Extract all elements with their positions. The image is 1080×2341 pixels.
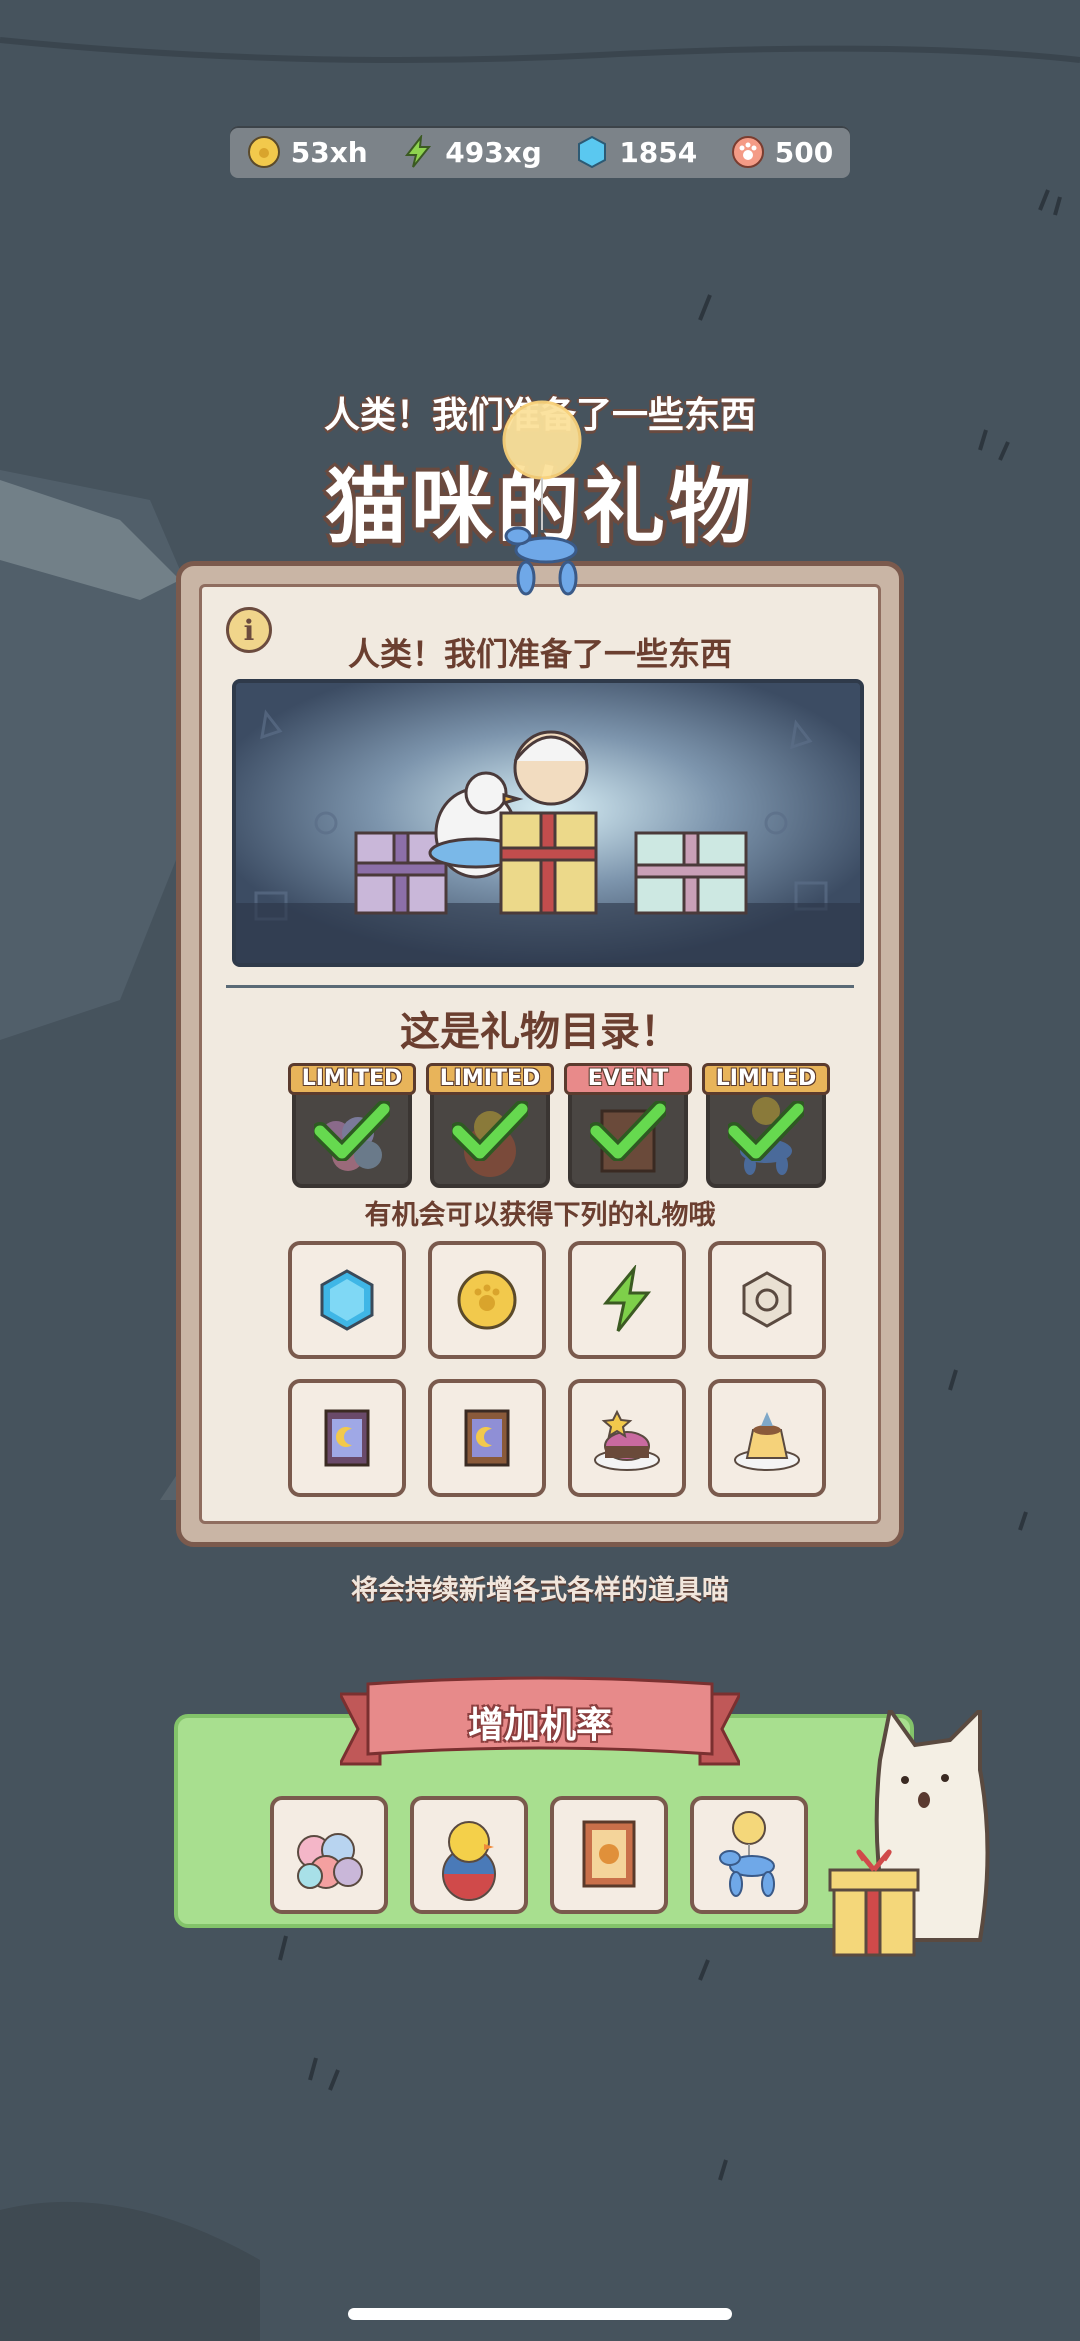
featured-items-row: LIMITED LIMITED EVENT LIMITED bbox=[288, 1063, 830, 1188]
catalog-title: 这是礼物目录！ bbox=[400, 1009, 680, 1055]
owned-check-icon bbox=[452, 1101, 528, 1161]
reward-cell[interactable] bbox=[288, 1241, 406, 1359]
gift-panel-inner: i 人类！我们准备了一些东西 这是礼物目录！ LIMITED LIMITED E… bbox=[199, 584, 881, 1524]
coin-icon bbox=[457, 1270, 517, 1330]
star-cake-icon bbox=[594, 1409, 660, 1471]
gift-banner-illustration bbox=[232, 679, 864, 967]
reward-cell[interactable] bbox=[428, 1241, 546, 1359]
boost-item[interactable] bbox=[410, 1796, 528, 1914]
reward-cell[interactable] bbox=[568, 1379, 686, 1497]
reward-cell[interactable] bbox=[708, 1241, 826, 1359]
event-tag: EVENT bbox=[564, 1063, 692, 1095]
balloon-dog-decoration bbox=[502, 400, 582, 596]
moon-ticket-icon bbox=[324, 1409, 370, 1467]
fish-pudding-icon bbox=[734, 1412, 800, 1471]
chance-text: 有机会可以获得下列的礼物哦 bbox=[364, 1200, 716, 1231]
paw-value: 500 bbox=[774, 135, 834, 169]
home-indicator[interactable] bbox=[348, 2308, 732, 2320]
section-divider bbox=[226, 985, 854, 988]
energy-value: 493xg bbox=[445, 135, 542, 169]
duck-ball-icon bbox=[442, 1821, 496, 1901]
limited-tag: LIMITED bbox=[426, 1063, 554, 1095]
lightning-icon bbox=[401, 135, 435, 169]
gem-value: 1854 bbox=[619, 135, 698, 169]
reward-cell[interactable] bbox=[428, 1379, 546, 1497]
featured-item[interactable]: LIMITED bbox=[288, 1063, 416, 1188]
boost-label: 增加机率 bbox=[467, 1705, 612, 1746]
owned-check-icon bbox=[590, 1101, 666, 1161]
owned-check-icon bbox=[314, 1101, 390, 1161]
reward-cell[interactable] bbox=[288, 1379, 406, 1497]
moon-ticket-icon bbox=[464, 1409, 510, 1467]
currency-bar: 53xh 493xg 1854 500 bbox=[230, 126, 850, 178]
gem-icon bbox=[320, 1269, 374, 1331]
gift-panel: i 人类！我们准备了一些东西 这是礼物目录！ LIMITED LIMITED E… bbox=[176, 561, 904, 1547]
featured-item[interactable]: LIMITED bbox=[426, 1063, 554, 1188]
limited-tag: LIMITED bbox=[702, 1063, 830, 1095]
featured-item[interactable]: LIMITED bbox=[702, 1063, 830, 1188]
paw-counter[interactable]: 500 bbox=[731, 135, 833, 169]
boost-item[interactable] bbox=[550, 1796, 668, 1914]
limited-tag: LIMITED bbox=[288, 1063, 416, 1095]
owned-check-icon bbox=[728, 1101, 804, 1161]
gem-counter[interactable]: 1854 bbox=[575, 135, 697, 169]
boost-item[interactable] bbox=[690, 1796, 808, 1914]
coin-counter[interactable]: 53xh bbox=[247, 135, 368, 169]
energy-counter[interactable]: 493xg bbox=[401, 135, 542, 169]
footnote: 将会持续新增各式各样的道具喵 bbox=[351, 1575, 729, 1606]
cat-with-gift-illustration bbox=[828, 1710, 990, 1957]
boost-item[interactable] bbox=[270, 1796, 388, 1914]
lightning-icon bbox=[602, 1265, 652, 1332]
balloon-bunch-icon bbox=[297, 1833, 363, 1889]
nut-icon bbox=[742, 1271, 792, 1328]
gift-box-purple bbox=[354, 831, 448, 915]
coin-icon bbox=[247, 135, 281, 169]
coin-value: 53xh bbox=[290, 135, 368, 169]
reward-cell[interactable] bbox=[708, 1379, 826, 1497]
featured-item[interactable]: EVENT bbox=[564, 1063, 692, 1188]
paw-token-icon bbox=[731, 135, 765, 169]
reward-cell[interactable] bbox=[568, 1241, 686, 1359]
gem-icon bbox=[575, 135, 609, 169]
ticket-icon bbox=[582, 1820, 636, 1888]
panel-header: 人类！我们准备了一些东西 bbox=[347, 635, 732, 673]
balloon-dog-icon bbox=[719, 1811, 775, 1897]
